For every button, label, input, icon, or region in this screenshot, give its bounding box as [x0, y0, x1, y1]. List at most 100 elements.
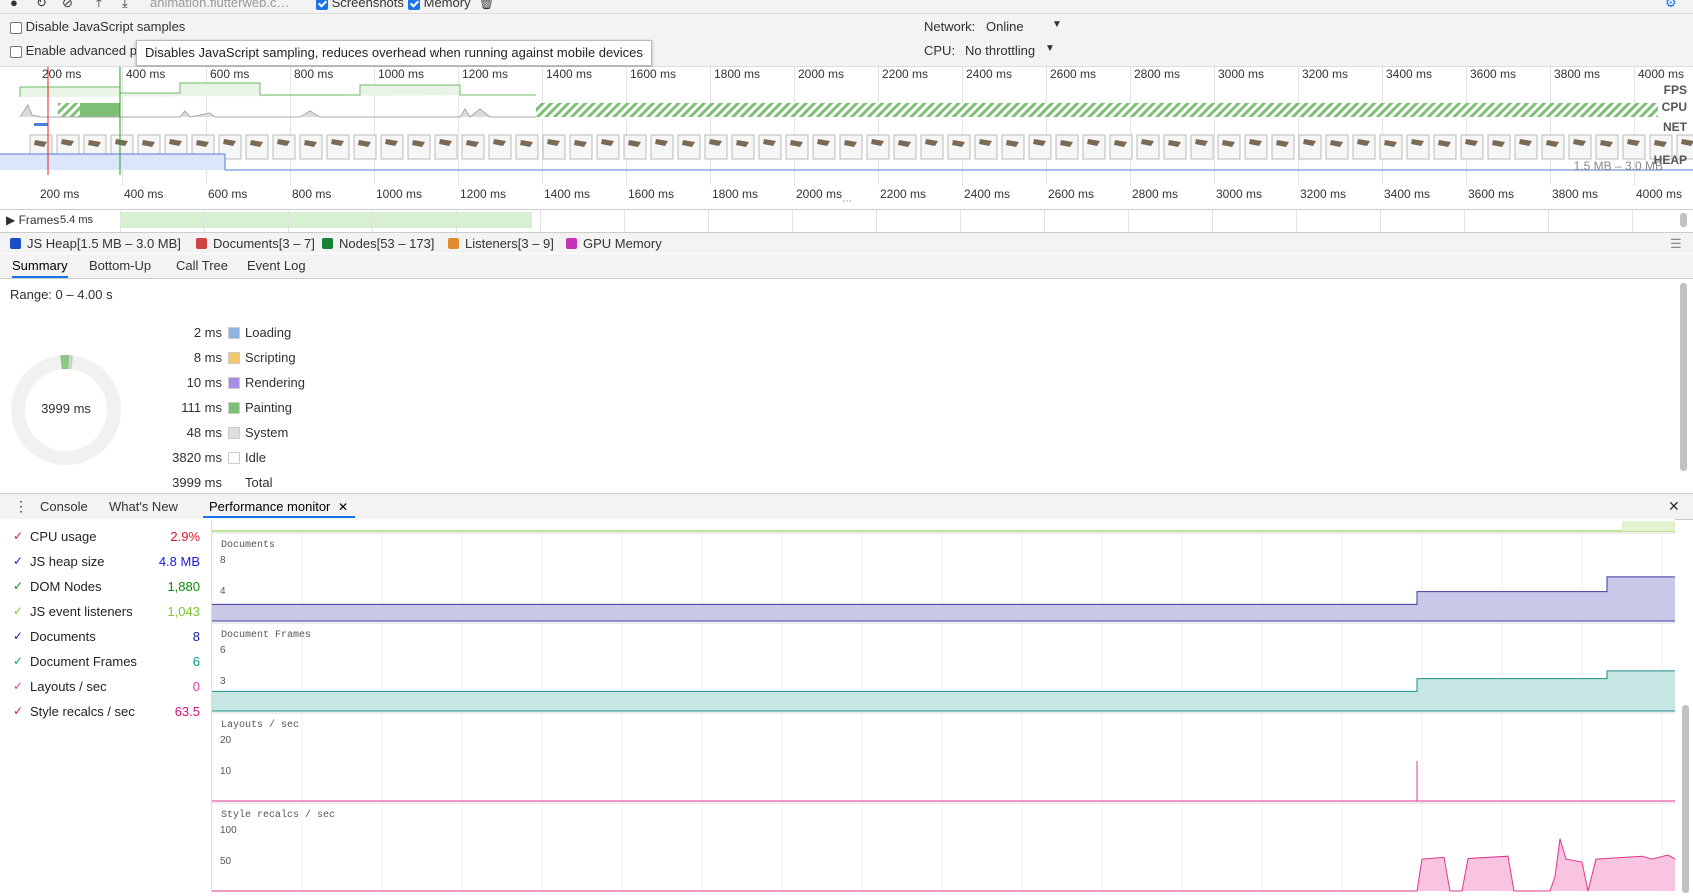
screenshot-thumbnail[interactable]: [542, 134, 566, 160]
screenshot-thumbnail[interactable]: [920, 134, 944, 160]
screenshot-thumbnail[interactable]: [1460, 134, 1484, 160]
tab-bottom-up[interactable]: Bottom-Up: [89, 258, 151, 273]
timeline-overview[interactable]: 200 ms 400 ms 600 ms 800 ms 1000 ms 1200 ms 14…: [0, 67, 1693, 207]
frames-track[interactable]: ▶ Frames 5.4 ms: [0, 209, 1693, 233]
counter-toggle[interactable]: Nodes[53 – 173]: [322, 236, 434, 251]
download-icon[interactable]: ⤓: [122, 0, 128, 11]
screenshot-thumbnail[interactable]: [1514, 134, 1538, 160]
url-select[interactable]: animation.flutterweb.c…: [150, 0, 289, 10]
close-tab-icon[interactable]: ✕: [338, 500, 348, 514]
metric-row[interactable]: ✓ Documents 8: [0, 628, 200, 648]
counter-toggle[interactable]: GPU Memory: [566, 236, 662, 251]
cpu-select[interactable]: No throttling ▼: [965, 43, 1055, 58]
metric-row[interactable]: ✓ CPU usage 2.9%: [0, 528, 200, 548]
memory-checkbox[interactable]: Memory: [408, 0, 471, 10]
tab-performance-monitor[interactable]: Performance monitor ✕: [209, 499, 348, 514]
screenshot-thumbnail[interactable]: [1406, 134, 1430, 160]
screenshot-thumbnail[interactable]: [866, 134, 890, 160]
counter-toggle[interactable]: JS Heap[1.5 MB – 3.0 MB]: [10, 236, 181, 251]
screenshot-thumbnail[interactable]: [380, 134, 404, 160]
metric-row[interactable]: ✓ Layouts / sec 0: [0, 678, 200, 698]
screenshot-thumbnail[interactable]: [515, 134, 539, 160]
reload-icon[interactable]: ↻: [36, 0, 47, 11]
screenshot-thumbnail[interactable]: [299, 134, 323, 160]
screenshot-thumbnail[interactable]: [245, 134, 269, 160]
tab-call-tree[interactable]: Call Tree: [176, 258, 228, 273]
metric-row[interactable]: ✓ JS heap size 4.8 MB: [0, 553, 200, 573]
screenshot-thumbnail[interactable]: [1190, 134, 1214, 160]
tab-console[interactable]: Console: [40, 499, 88, 514]
screenshot-thumbnail[interactable]: [1298, 134, 1322, 160]
screenshot-thumbnail[interactable]: [434, 134, 458, 160]
ruler-tick: 2600 ms: [1048, 187, 1095, 201]
counter-toggle[interactable]: Listeners[3 – 9]: [448, 236, 554, 251]
screenshot-thumbnail[interactable]: [1325, 134, 1349, 160]
screenshot-thumbnail[interactable]: [461, 134, 485, 160]
frames-scrollbar[interactable]: [1680, 213, 1687, 227]
screenshot-thumbnail[interactable]: [1541, 134, 1565, 160]
tab-summary[interactable]: Summary: [12, 258, 68, 278]
screenshot-thumbnail[interactable]: [947, 134, 971, 160]
screenshot-thumbnail[interactable]: [1595, 134, 1619, 160]
screenshot-thumbnail[interactable]: [1136, 134, 1160, 160]
screenshot-thumbnail[interactable]: [1001, 134, 1025, 160]
screenshot-thumbnail[interactable]: [1433, 134, 1457, 160]
screenshot-thumbnail[interactable]: [1622, 134, 1646, 160]
metric-label: Style recalcs / sec: [30, 704, 135, 719]
tab-event-log[interactable]: Event Log: [247, 258, 306, 273]
screenshot-thumbnail[interactable]: [677, 134, 701, 160]
screenshot-thumbnail[interactable]: [839, 134, 863, 160]
screenshot-thumbnail[interactable]: [704, 134, 728, 160]
screenshot-thumbnail[interactable]: [1379, 134, 1403, 160]
frames-toggle[interactable]: ▶ Frames: [6, 213, 59, 227]
screenshot-thumbnail[interactable]: [1217, 134, 1241, 160]
tab-whats-new[interactable]: What's New: [109, 499, 178, 514]
close-drawer-icon[interactable]: ✕: [1668, 498, 1680, 515]
screenshot-thumbnail[interactable]: [623, 134, 647, 160]
screenshot-thumbnail[interactable]: [488, 134, 512, 160]
screenshot-thumbnail[interactable]: [326, 134, 350, 160]
screenshot-thumbnail[interactable]: [272, 134, 296, 160]
menu-icon[interactable]: ☰: [1670, 236, 1682, 252]
gear-icon[interactable]: ⚙: [1665, 0, 1677, 11]
screenshot-thumbnail[interactable]: [407, 134, 431, 160]
screenshot-thumbnail[interactable]: [974, 134, 998, 160]
more-tools-icon[interactable]: ⋮: [14, 498, 28, 515]
enable-advanced-checkbox[interactable]: Enable advanced p: [10, 43, 137, 58]
screenshot-thumbnail[interactable]: [1163, 134, 1187, 160]
metric-row[interactable]: ✓ Style recalcs / sec 63.5: [0, 703, 200, 723]
checkbox-icon: [196, 238, 207, 249]
screenshot-thumbnail[interactable]: [812, 134, 836, 160]
summary-scrollbar[interactable]: [1680, 283, 1687, 471]
screenshot-thumbnail[interactable]: [1352, 134, 1376, 160]
screenshot-thumbnail[interactable]: [893, 134, 917, 160]
screenshot-thumbnail[interactable]: [758, 134, 782, 160]
counter-toggle[interactable]: Documents[3 – 7]: [196, 236, 315, 251]
disable-js-samples-checkbox[interactable]: Disable JavaScript samples: [10, 19, 185, 34]
screenshot-thumbnail[interactable]: [1244, 134, 1268, 160]
screenshot-thumbnail[interactable]: [1271, 134, 1295, 160]
screenshot-thumbnail[interactable]: [1028, 134, 1052, 160]
screenshot-thumbnail[interactable]: [1109, 134, 1133, 160]
clear-icon[interactable]: ⊘: [62, 0, 73, 11]
screenshots-checkbox[interactable]: Screenshots: [316, 0, 404, 10]
record-icon[interactable]: ●: [10, 0, 18, 10]
screenshot-thumbnail[interactable]: [650, 134, 674, 160]
screenshot-thumbnail[interactable]: [353, 134, 377, 160]
metric-row[interactable]: ✓ JS event listeners 1,043: [0, 603, 200, 623]
resize-handle-icon[interactable]: ⋯: [842, 196, 852, 207]
screenshot-thumbnail[interactable]: [1082, 134, 1106, 160]
metric-row[interactable]: ✓ Document Frames 6: [0, 653, 200, 673]
screenshot-thumbnail[interactable]: [785, 134, 809, 160]
network-select[interactable]: Online ▼: [986, 19, 1066, 34]
metric-row[interactable]: ✓ DOM Nodes 1,880: [0, 578, 200, 598]
graphs-scrollbar[interactable]: [1682, 705, 1689, 893]
screenshot-thumbnail[interactable]: [731, 134, 755, 160]
screenshot-thumbnail[interactable]: [1055, 134, 1079, 160]
screenshot-thumbnail[interactable]: [596, 134, 620, 160]
trash-icon[interactable]: 🗑: [478, 0, 495, 11]
screenshot-thumbnail[interactable]: [1568, 134, 1592, 160]
screenshot-thumbnail[interactable]: [569, 134, 593, 160]
upload-icon[interactable]: ⤒: [96, 0, 102, 11]
screenshot-thumbnail[interactable]: [1487, 134, 1511, 160]
